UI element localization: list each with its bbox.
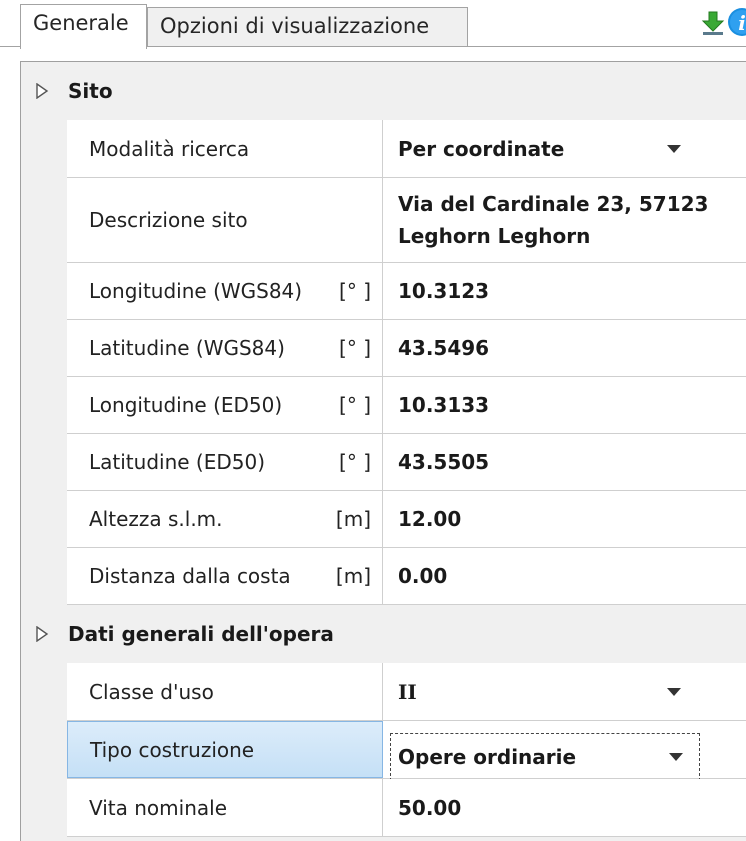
property-value-field[interactable]: Via del Cardinale 23, 57123 Leghorn Legh… (383, 178, 746, 262)
property-unit: [m] (335, 564, 371, 588)
property-value-field[interactable]: 10.3123 (383, 263, 746, 319)
property-value: II (398, 679, 417, 704)
property-value-dropdown[interactable]: Opere ordinarie (383, 721, 746, 781)
property-value: 10.3133 (398, 393, 490, 417)
tab-strip: Generale Opzioni di visualizzazione i (0, 0, 746, 49)
info-glyph: i (738, 11, 746, 35)
info-icon[interactable]: i (726, 6, 746, 38)
category-label: Dati generali dell'opera (68, 622, 334, 646)
category-label: Sito (68, 79, 113, 103)
category-dati-generali[interactable]: Dati generali dell'opera (21, 605, 746, 663)
download-arrow-icon[interactable] (700, 10, 726, 36)
property-name: Vita nominale (89, 795, 227, 820)
property-value-field[interactable]: 12.00 (383, 491, 746, 547)
property-value: 43.5496 (398, 336, 490, 360)
property-value: 12.00 (398, 507, 462, 531)
row-latitudine-wgs84[interactable]: Latitudine (WGS84) [° ] 43.5496 (67, 320, 746, 377)
property-value: 43.5505 (398, 450, 490, 474)
row-longitudine-ed50[interactable]: Longitudine (ED50) [° ] 10.3133 (67, 377, 746, 434)
chevron-down-icon[interactable] (667, 144, 681, 153)
property-value: 0.00 (398, 564, 448, 588)
property-unit: [° ] (339, 393, 371, 417)
row-longitudine-wgs84[interactable]: Longitudine (WGS84) [° ] 10.3123 (67, 263, 746, 320)
chevron-down-icon[interactable] (669, 753, 683, 761)
row-classe-uso[interactable]: Classe d'uso II (67, 663, 746, 721)
property-name: Modalità ricerca (89, 136, 250, 161)
property-unit: [° ] (339, 336, 371, 360)
property-name: Longitudine (WGS84) (89, 279, 303, 303)
row-descrizione-sito[interactable]: Descrizione sito Via del Cardinale 23, 5… (67, 178, 746, 263)
property-value-field[interactable]: 10.3133 (383, 377, 746, 433)
tab-opzioni-visualizzazione[interactable]: Opzioni di visualizzazione (147, 7, 468, 47)
row-tipo-costruzione[interactable]: Tipo costruzione Opere ordinarie (67, 721, 746, 781)
property-unit: [m] (335, 507, 371, 531)
property-value: Per coordinate (398, 136, 565, 161)
property-unit: [° ] (339, 279, 371, 303)
row-altezza-slm[interactable]: Altezza s.l.m. [m] 12.00 (67, 491, 746, 548)
property-name: Classe d'uso (89, 679, 214, 704)
property-name: Distanza dalla costa (89, 564, 291, 588)
property-value: Opere ordinarie (398, 745, 577, 769)
property-unit: [° ] (339, 450, 371, 474)
property-value-dropdown[interactable]: II (383, 663, 746, 720)
chevron-down-icon[interactable] (667, 687, 681, 696)
property-name: Longitudine (ED50) (89, 393, 283, 417)
tab-generale[interactable]: Generale (20, 4, 147, 49)
property-value-field[interactable]: 43.5505 (383, 434, 746, 490)
property-value: 10.3123 (398, 279, 490, 303)
row-modalita-ricerca[interactable]: Modalità ricerca Per coordinate (67, 120, 746, 178)
property-value-field[interactable]: 50.00 (383, 779, 746, 836)
row-vita-nominale[interactable]: Vita nominale 50.00 (67, 779, 746, 837)
focus-rectangle[interactable]: Opere ordinarie (390, 733, 700, 781)
category-sito[interactable]: Sito (21, 62, 746, 120)
expander-triangle-icon[interactable] (35, 626, 49, 642)
property-value-dropdown[interactable]: Per coordinate (383, 120, 746, 177)
property-value: Via del Cardinale 23, 57123 Leghorn Legh… (398, 192, 709, 248)
property-name: Descrizione sito (89, 208, 248, 232)
property-name: Latitudine (ED50) (89, 450, 265, 474)
property-name: Altezza s.l.m. (89, 507, 223, 531)
property-value: 50.00 (398, 795, 462, 820)
expander-triangle-icon[interactable] (35, 83, 49, 99)
property-grid: Sito Modalità ricerca Per coordinate Des… (20, 61, 746, 841)
property-value-field[interactable]: 0.00 (383, 548, 746, 604)
row-latitudine-ed50[interactable]: Latitudine (ED50) [° ] 43.5505 (67, 434, 746, 491)
properties-window: Generale Opzioni di visualizzazione i Si… (0, 0, 746, 841)
row-distanza-costa[interactable]: Distanza dalla costa [m] 0.00 (67, 548, 746, 605)
property-name: Tipo costruzione (90, 737, 255, 762)
property-name: Latitudine (WGS84) (89, 336, 285, 360)
property-value-field[interactable]: 43.5496 (383, 320, 746, 376)
